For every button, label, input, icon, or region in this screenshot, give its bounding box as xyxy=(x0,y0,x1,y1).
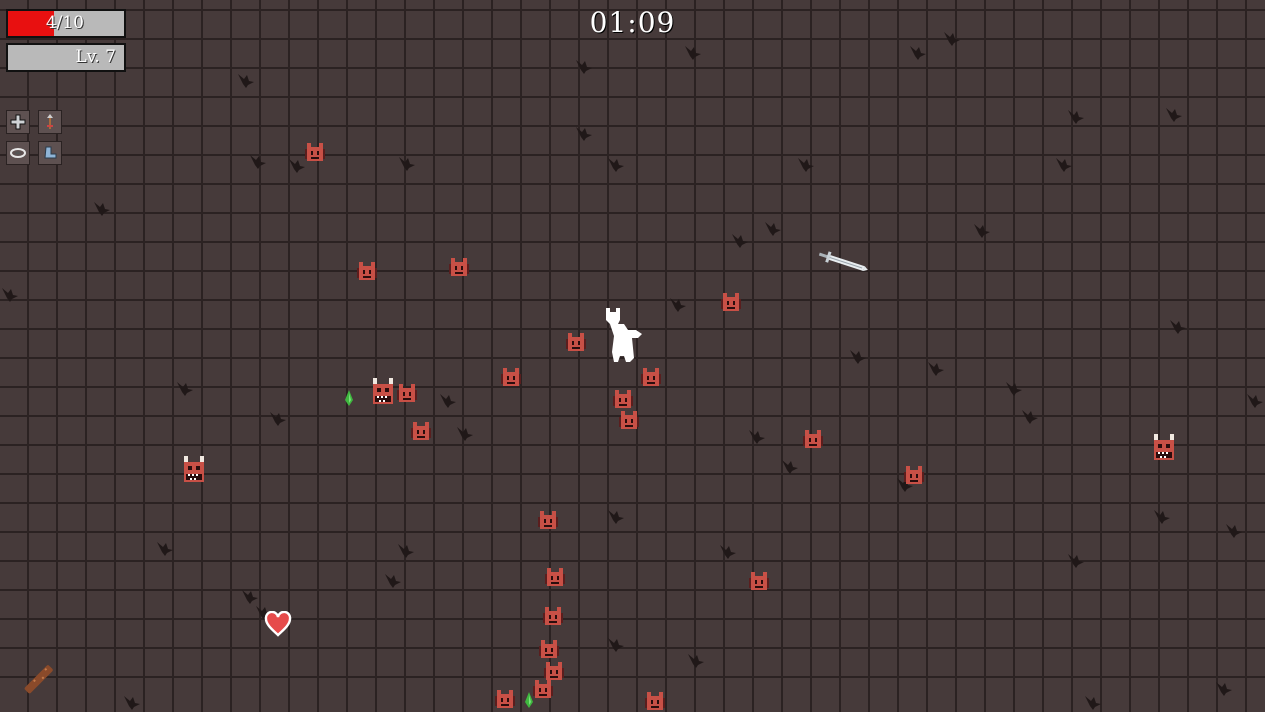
floor-crack-decal xyxy=(720,545,736,559)
player-white-cat xyxy=(606,308,642,362)
red-imp-enemy xyxy=(619,411,639,429)
heart-pickup xyxy=(264,611,292,637)
floor-crack-decal xyxy=(270,412,286,426)
floor-crack-decal xyxy=(1166,108,1182,122)
floor-crack-decal xyxy=(238,74,254,88)
ability-slot-3 xyxy=(6,141,30,165)
red-imp-enemy xyxy=(357,262,377,280)
floor-crack-decal xyxy=(398,544,414,558)
floor-crack-decal xyxy=(670,298,686,312)
floor-crack-decal xyxy=(2,288,18,302)
red-imp-enemy xyxy=(538,511,558,529)
floor-crack-decal xyxy=(685,46,701,60)
red-imp-enemy xyxy=(305,143,325,161)
floor-crack-decal xyxy=(1154,510,1170,524)
red-imp-enemy xyxy=(544,662,564,680)
floor-crack-decal xyxy=(782,460,798,474)
floor-crack-decal xyxy=(1068,110,1084,124)
red-imp-enemy xyxy=(613,390,633,408)
red-imp-enemy xyxy=(411,422,431,440)
floor-crack-decal xyxy=(1068,554,1084,568)
red-imp-enemy xyxy=(721,293,741,311)
floor-crack-decal xyxy=(749,430,765,444)
floor-crack-decal xyxy=(608,638,624,652)
red-imp-enemy xyxy=(501,368,521,386)
floor-crack-decal xyxy=(608,510,624,524)
floor-crack-decal xyxy=(850,350,866,364)
floor-crack-decal xyxy=(1006,382,1022,396)
floor-crack-decal xyxy=(1022,410,1038,424)
red-imp-enemy xyxy=(645,692,665,710)
horned-demon-enemy xyxy=(1154,434,1174,460)
floor-crack-decal xyxy=(177,382,193,396)
floor-crack-decal xyxy=(608,158,624,172)
halo-ring-icon xyxy=(10,148,26,158)
floor-crack-decal xyxy=(124,696,140,710)
floor-crack-decal xyxy=(974,224,990,238)
thrown-sword-projectile xyxy=(818,251,868,272)
floor-crack-decal xyxy=(1170,320,1186,334)
floor-crack-decal xyxy=(1247,394,1263,408)
wing-boot-icon xyxy=(44,146,57,159)
cross-arrows-icon xyxy=(10,114,26,130)
floor-crack-decal xyxy=(94,202,110,216)
red-imp-enemy xyxy=(397,384,417,402)
red-imp-enemy xyxy=(539,640,559,658)
level-text: Lv. 7 xyxy=(75,47,117,67)
floor-crack-decal xyxy=(457,427,473,441)
floor-crack-decal xyxy=(928,362,944,376)
floor-crack-decal xyxy=(576,60,592,74)
floor-crack-decal xyxy=(1085,696,1101,710)
horned-demon-enemy xyxy=(184,456,204,482)
red-imp-enemy xyxy=(803,430,823,448)
level-bar: Lv. 7 xyxy=(6,43,126,72)
red-imp-enemy xyxy=(449,258,469,276)
ability-slot-4 xyxy=(38,141,62,165)
arrow-up-icon xyxy=(47,114,53,129)
ability-slot-1 xyxy=(6,110,30,134)
floor-crack-decal xyxy=(157,542,173,556)
floor-crack-decal xyxy=(385,574,401,588)
floor-crack-decal xyxy=(440,394,456,408)
ability-slot-2 xyxy=(38,110,62,134)
floor-crack-decal xyxy=(289,159,305,173)
survival-timer: 01:09 xyxy=(589,6,676,39)
floor-crack-decal xyxy=(1226,524,1242,538)
floor-crack-decal xyxy=(250,155,266,169)
red-imp-enemy xyxy=(749,572,769,590)
red-imp-enemy xyxy=(533,680,553,698)
floor-crack-decal xyxy=(798,158,814,172)
floor-crack-decal xyxy=(399,157,415,171)
xp-gem-green xyxy=(525,692,533,708)
red-imp-enemy xyxy=(904,466,924,484)
red-imp-enemy xyxy=(545,568,565,586)
floor-crack-decal xyxy=(1216,682,1232,696)
red-imp-enemy xyxy=(543,607,563,625)
red-imp-enemy xyxy=(566,333,586,351)
floor-crack-decal xyxy=(765,222,781,236)
game-world xyxy=(0,0,1265,710)
wooden-club-item xyxy=(24,665,53,694)
floor-crack-decal xyxy=(910,46,926,60)
red-imp-enemy xyxy=(495,690,515,708)
xp-gem-green xyxy=(345,390,353,406)
floor-crack-decal xyxy=(688,654,704,668)
floor-crack-decal xyxy=(242,590,258,604)
floor-crack-decal xyxy=(732,234,748,248)
floor-crack-decal xyxy=(576,127,592,141)
floor-crack-decal xyxy=(1056,158,1072,172)
horned-demon-enemy xyxy=(373,378,393,404)
